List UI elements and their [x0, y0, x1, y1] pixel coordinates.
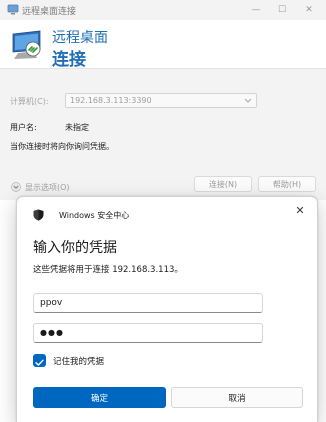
username-label: 用户名:: [10, 123, 37, 132]
show-options-toggle[interactable]: 显示选项(O): [11, 181, 71, 193]
rdc-window-title: 远程桌面连接: [22, 7, 77, 17]
remember-credentials-label: 记住我的凭据: [53, 357, 105, 367]
remote-desktop-icon: [7, 4, 19, 15]
rdc-header-banner: 远程桌面 连接: [0, 20, 326, 70]
ok-button[interactable]: 确定: [33, 387, 166, 408]
connect-button[interactable]: 连接(N): [194, 176, 252, 192]
close-icon[interactable]: ✕: [291, 201, 309, 219]
windows-security-shield-icon: [33, 209, 44, 221]
show-options-label: 显示选项(O): [25, 183, 70, 192]
credential-dialog: Windows 安全中心 ✕ 输入你的凭据 这些凭据将用于连接 192.168.…: [16, 196, 318, 422]
minimize-button[interactable]: —: [243, 1, 269, 19]
dialog-heading: 输入你的凭据: [33, 240, 117, 256]
computer-label: 计算机(C):: [10, 97, 49, 106]
password-field[interactable]: ●●●: [33, 323, 263, 343]
checkbox-box[interactable]: [33, 354, 46, 367]
security-app-title: Windows 安全中心: [59, 211, 130, 220]
rdc-form: 计算机(C): 192.168.3.113:3390 用户名: 未指定 当你连接…: [0, 68, 326, 200]
credential-prompt-note: 当你连接时将向你询问凭据。: [10, 142, 114, 151]
chevron-down-circle-icon: [11, 182, 21, 192]
cancel-button[interactable]: 取消: [171, 387, 303, 408]
computer-value: 192.168.3.113:3390: [70, 96, 152, 105]
username-value: 未指定: [65, 123, 89, 132]
close-button[interactable]: ✕: [296, 1, 322, 19]
help-button[interactable]: 帮助(H): [258, 176, 316, 192]
remote-desktop-window: 远程桌面连接 — ☐ ✕ 远程桌面 连接 计算机(C): 192.168.3.1…: [0, 0, 326, 200]
maximize-button[interactable]: ☐: [269, 1, 295, 19]
computer-combobox[interactable]: 192.168.3.113:3390: [65, 93, 257, 108]
rdc-title-bar: 远程桌面连接 — ☐ ✕: [0, 0, 326, 20]
remote-desktop-logo: [12, 30, 41, 59]
username-field[interactable]: ppov: [33, 293, 263, 313]
rdc-header-title: 连接: [52, 50, 86, 70]
remember-credentials-checkbox[interactable]: 记住我的凭据: [33, 354, 153, 368]
checkmark-icon: [35, 359, 44, 366]
rdc-header-subtitle: 远程桌面: [52, 30, 108, 46]
chevron-down-icon: [244, 98, 252, 103]
dialog-description: 这些凭据将用于连接 192.168.3.113。: [33, 265, 183, 275]
